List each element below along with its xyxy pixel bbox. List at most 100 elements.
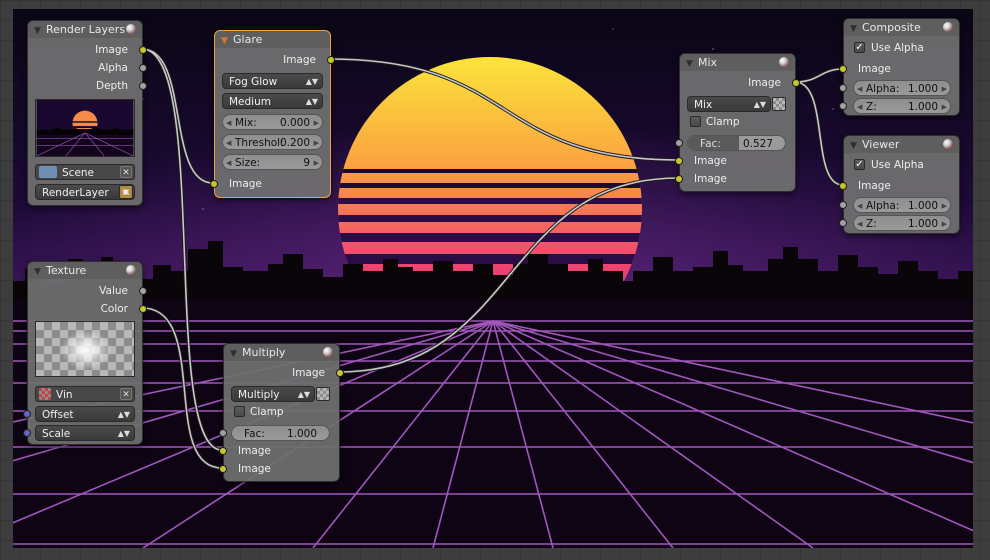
input-fac-socket[interactable] [219,429,227,437]
size-value: 9 [303,157,310,169]
input-image-socket[interactable] [839,182,847,190]
node-header[interactable]: ▼ Multiply [224,344,339,361]
blend-type-dropdown[interactable]: Multiply ▲▼ [231,386,315,402]
fac-label: Fac: [700,138,721,150]
sphere-icon[interactable] [126,265,136,275]
sphere-icon[interactable] [943,22,953,32]
input-fac-socket[interactable] [675,139,683,147]
node-header[interactable]: ▼ Render Layers [28,21,142,38]
fac-value: 1.000 [286,428,317,440]
checker-texture-icon [39,388,51,400]
composite-node[interactable]: ▼ Composite ✓ Use Alpha Image ◀ Alpha: 1.00… [839,18,960,116]
sphere-icon[interactable] [126,24,136,34]
z-field[interactable]: ◀ Z: 1.000 ▶ [853,215,951,231]
sphere-icon[interactable] [943,139,953,149]
clamp-label: Clamp [250,406,284,418]
backdrop-image [13,9,973,548]
viewer-node[interactable]: ▼ Viewer ✓ Use Alpha Image ◀ Alpha: 1.000 ▶ … [839,135,960,234]
input-offset-socket[interactable] [23,410,31,418]
triangle-down-icon[interactable]: ▼ [686,56,698,73]
blend-type-value: Multiply [238,389,280,401]
fac-slider[interactable]: Fac: 0.527 [687,135,786,151]
mix-node[interactable]: ▼ Mix Image Mix ▲▼ Clamp Fac: 0.527 Image I… [675,53,800,192]
input-image-socket-2[interactable] [219,465,227,473]
output-color-socket[interactable] [139,305,147,313]
sphere-icon[interactable] [323,347,333,357]
alpha-field[interactable]: ◀ Alpha: 1.000 ▶ [853,80,951,96]
threshold-field[interactable]: ◀ Threshol: 0.200 ▶ [222,134,323,150]
z-field[interactable]: ◀ Z: 1.000 ▶ [853,98,951,114]
render-layer-dropdown[interactable]: RenderLayer ▣ [35,184,135,200]
scale-dropdown[interactable]: Scale ▲▼ [35,425,135,441]
input-scale-socket[interactable] [23,429,31,437]
triangle-down-icon[interactable]: ▼ [850,21,862,38]
triangle-down-icon[interactable]: ▼ [221,33,233,50]
alpha-field[interactable]: ◀ Alpha: 1.000 ▶ [853,197,951,213]
x-icon[interactable]: ✕ [120,388,132,400]
input-alpha-socket[interactable] [839,84,847,92]
mix-label: Mix: [235,117,257,129]
scene-field[interactable]: Scene ✕ [35,164,135,180]
output-alpha-socket[interactable] [139,64,147,72]
sphere-icon[interactable] [779,57,789,67]
use-alpha-checkbox[interactable]: ✓ [854,159,865,170]
node-header[interactable]: ▼ Composite [844,19,959,36]
multiply-node[interactable]: ▼ Multiply Image Multiply ▲▼ Clamp Fac: 1.0… [219,343,344,482]
clamp-label: Clamp [706,116,740,128]
input-image-label: Image [858,63,891,75]
x-icon[interactable]: ✕ [120,166,132,178]
render-layer-icon[interactable]: ▣ [119,185,133,199]
clamp-checkbox[interactable] [690,116,701,127]
triangle-down-icon[interactable]: ▼ [34,264,46,281]
output-value-label: Value [99,285,128,297]
input-z-socket[interactable] [839,102,847,110]
mix-value: 0.000 [279,117,310,129]
node-header[interactable]: ▼ Glare [215,31,330,48]
output-image-socket[interactable] [336,369,344,377]
input-image-socket[interactable] [839,65,847,73]
size-field[interactable]: ◀ Size: 9 ▶ [222,154,323,170]
input-z-socket[interactable] [839,219,847,227]
use-alpha-checkbox[interactable]: ✓ [854,42,865,53]
node-editor[interactable]: ▼ Render Layers Image Alpha Depth Scene ✕… [0,0,990,560]
output-image-socket[interactable] [139,46,147,54]
glare-type-dropdown[interactable]: Fog Glow ▲▼ [222,73,323,89]
texture-node[interactable]: ▼ Texture Value Color Vin ✕ Offset ▲▼ Scal… [23,261,147,445]
triangle-down-icon[interactable]: ▼ [34,23,46,40]
offset-dropdown[interactable]: Offset ▲▼ [35,406,135,422]
input-image-label-1: Image [694,155,727,167]
node-title: Composite [862,21,921,34]
texture-name: Vin [56,389,73,401]
triangle-down-icon[interactable]: ▼ [230,346,242,363]
use-alpha-icon[interactable] [772,97,786,111]
z-value: 1.000 [907,101,938,113]
node-header[interactable]: ▼ Mix [680,54,795,71]
quality-dropdown[interactable]: Medium ▲▼ [222,93,323,109]
z-value: 1.000 [907,218,938,230]
glare-node[interactable]: ▼ Glare Image Fog Glow ▲▼ Medium ▲▼ ◀ Mix: 0.… [210,30,335,198]
output-value-socket[interactable] [139,287,147,295]
input-image-socket-1[interactable] [219,447,227,455]
input-image-label-2: Image [694,173,727,185]
input-alpha-socket[interactable] [839,201,847,209]
input-image-label: Image [858,180,891,192]
blend-type-dropdown[interactable]: Mix ▲▼ [687,96,771,112]
output-image-socket[interactable] [327,56,335,64]
mix-field[interactable]: ◀ Mix: 0.000 ▶ [222,114,323,130]
input-image-socket[interactable] [210,180,218,188]
use-alpha-icon[interactable] [316,387,330,401]
output-depth-label: Depth [96,80,128,92]
alpha-value: 1.000 [907,200,938,212]
node-header[interactable]: ▼ Viewer [844,136,959,153]
glare-type-value: Fog Glow [229,76,278,88]
clamp-checkbox[interactable] [234,406,245,417]
output-depth-socket[interactable] [139,82,147,90]
triangle-down-icon[interactable]: ▼ [850,138,862,155]
output-image-socket[interactable] [792,79,800,87]
input-image-socket-2[interactable] [675,175,683,183]
texture-field[interactable]: Vin ✕ [35,386,135,402]
fac-field[interactable]: Fac: 1.000 [231,425,330,441]
render-layers-node[interactable]: ▼ Render Layers Image Alpha Depth Scene ✕… [27,20,147,206]
node-header[interactable]: ▼ Texture [28,262,142,279]
input-image-socket-1[interactable] [675,157,683,165]
